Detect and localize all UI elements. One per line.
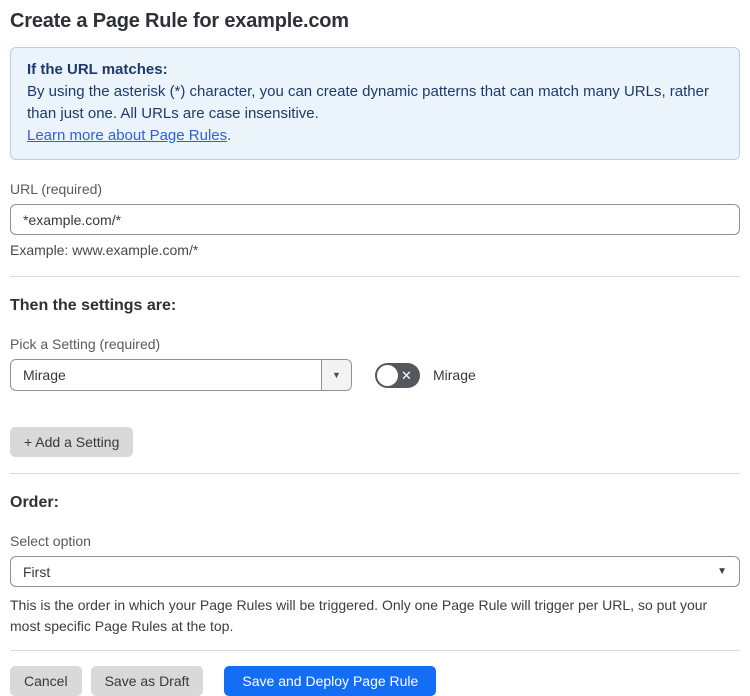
mirage-toggle[interactable]: ✕ [375, 362, 420, 388]
setting-select-arrow-button[interactable]: ▼ [321, 360, 351, 390]
page-rule-form: Create a Page Rule for example.com If th… [0, 0, 750, 696]
page-title: Create a Page Rule for example.com [10, 10, 349, 32]
info-box-link-line: Learn more about Page Rules. [27, 125, 723, 147]
info-box-heading: If the URL matches: [27, 61, 168, 78]
url-input[interactable] [10, 204, 740, 235]
toggle-setting-label: Mirage [433, 367, 476, 383]
order-select[interactable]: First ▼ [10, 556, 740, 587]
section-divider [10, 473, 740, 474]
toggle-off-x-icon: ✕ [401, 367, 412, 383]
link-suffix: . [227, 127, 232, 144]
url-match-info-box: If the URL matches: By using the asteris… [10, 47, 740, 160]
order-section-heading: Order: [10, 494, 59, 511]
cancel-button[interactable]: Cancel [10, 666, 82, 696]
settings-section-heading: Then the settings are: [10, 297, 177, 314]
setting-picker-label: Pick a Setting (required) [10, 336, 161, 352]
url-field-label: URL (required) [10, 181, 103, 197]
add-setting-button[interactable]: + Add a Setting [10, 427, 134, 457]
learn-more-link[interactable]: Learn more about Page Rules [27, 127, 227, 144]
caret-down-icon: ▼ [332, 370, 341, 380]
info-box-body: By using the asterisk (*) character, you… [27, 83, 709, 122]
caret-down-icon: ▼ [717, 566, 727, 577]
order-select-label: Select option [10, 533, 91, 549]
footer-actions: Cancel Save as Draft Save and Deploy Pag… [10, 666, 740, 696]
setting-picker-row: Mirage ▼ ✕ Mirage [10, 359, 740, 391]
save-draft-button[interactable]: Save as Draft [90, 666, 204, 696]
order-select-value: First [23, 563, 51, 580]
save-deploy-button[interactable]: Save and Deploy Page Rule [224, 666, 437, 696]
footer-divider [10, 650, 740, 651]
section-divider [10, 276, 740, 277]
url-example-text: Example: www.example.com/* [10, 242, 199, 258]
toggle-knob [377, 364, 398, 386]
setting-select[interactable]: Mirage ▼ [10, 359, 352, 391]
setting-select-value: Mirage [23, 367, 66, 383]
order-help-text: This is the order in which your Page Rul… [10, 597, 708, 634]
